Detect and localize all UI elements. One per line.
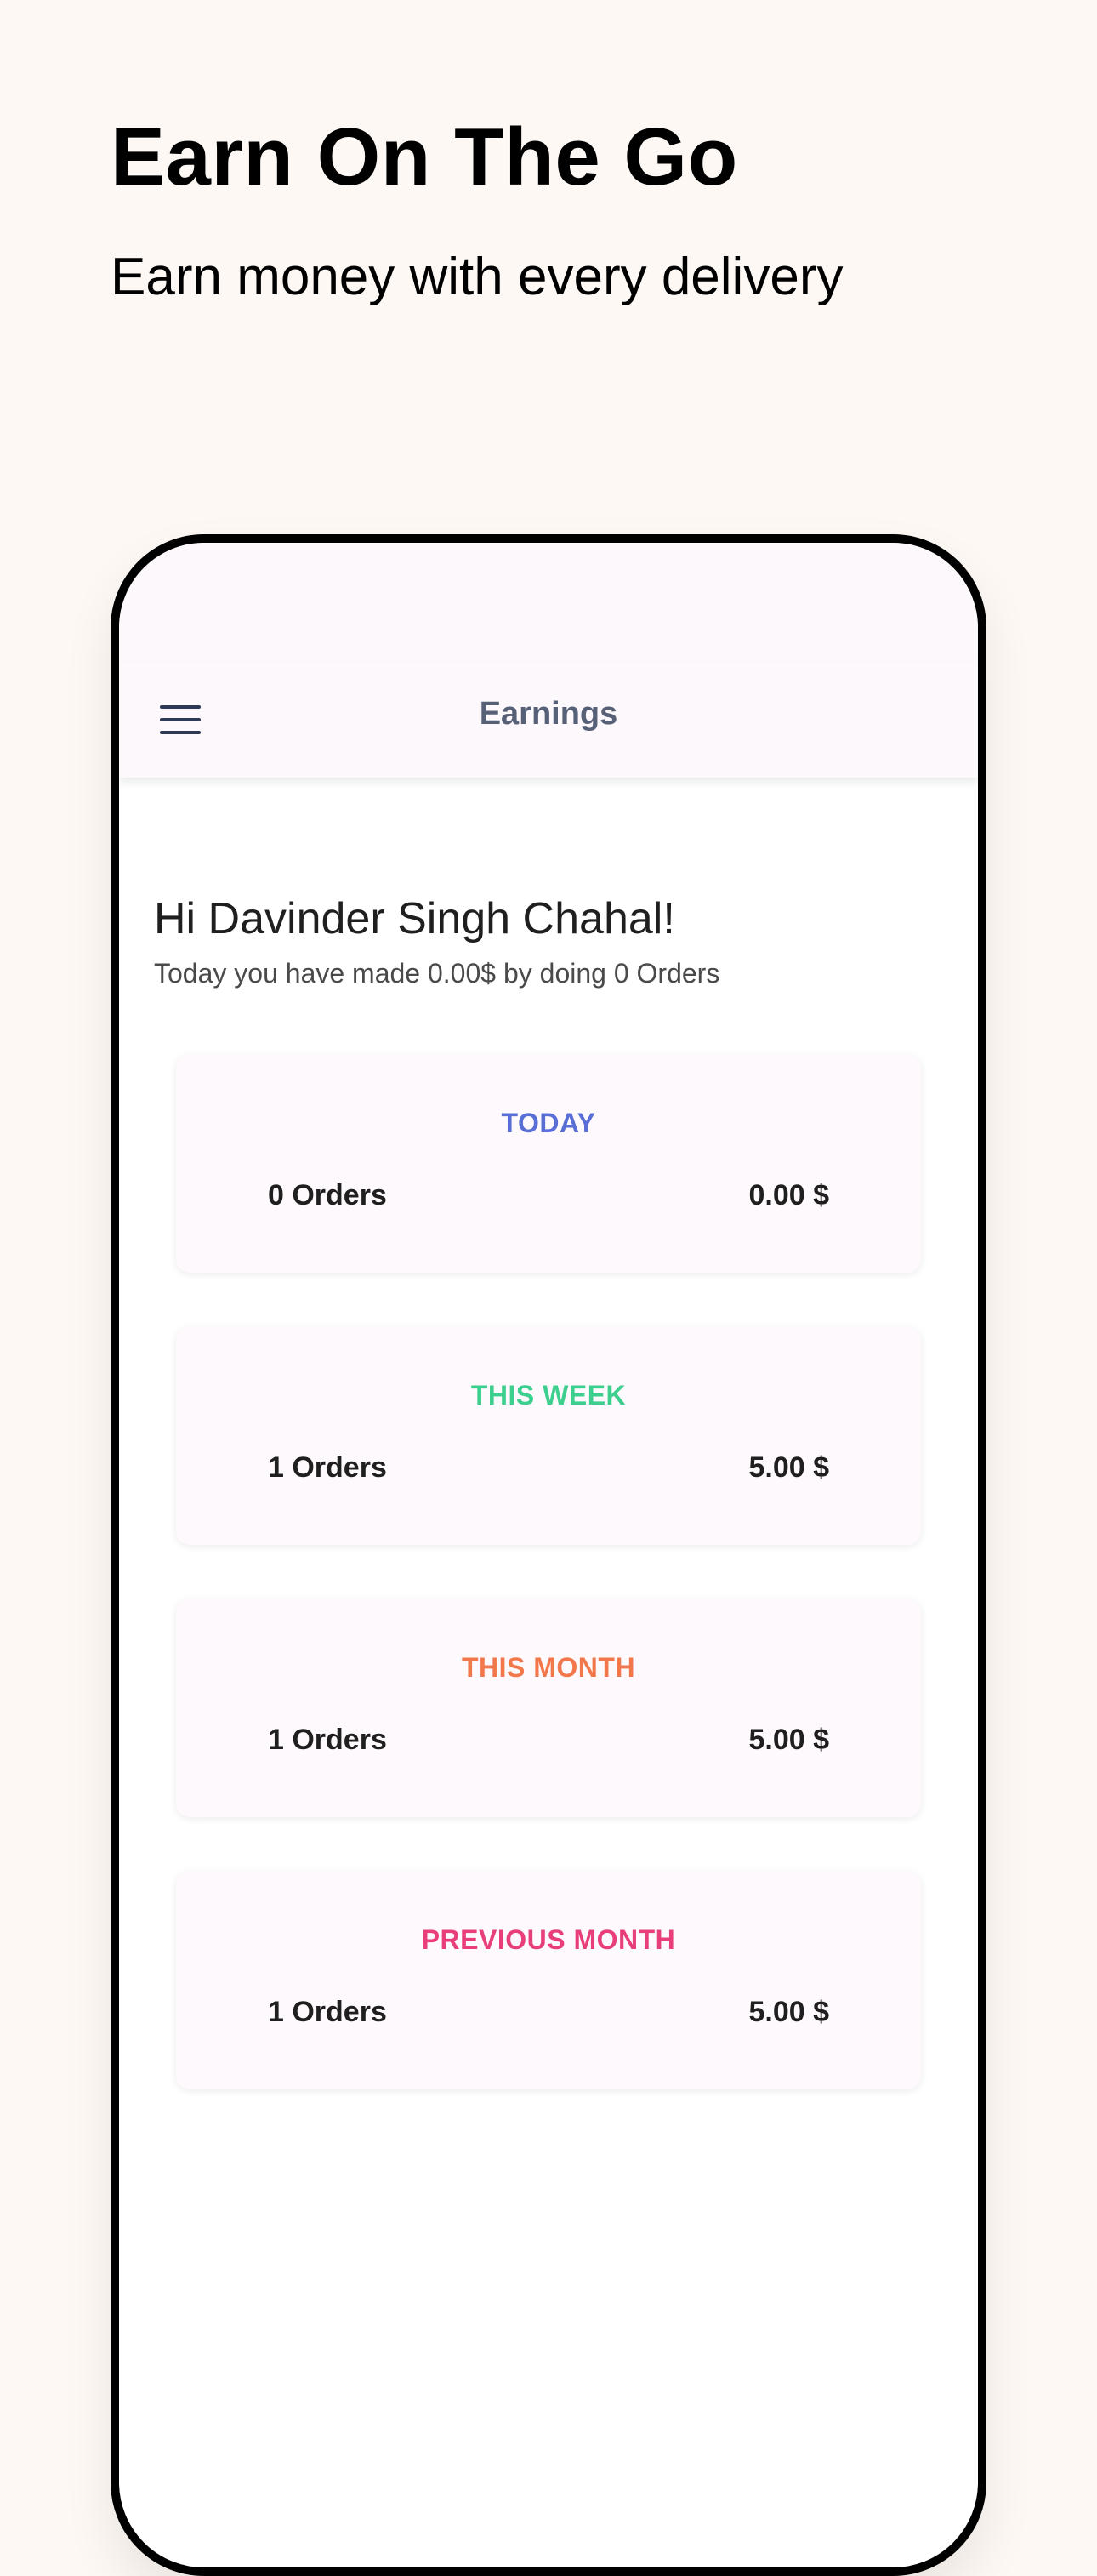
earnings-card-previous-month[interactable]: PREVIOUS MONTH 1 Orders 5.00 $ <box>176 1872 921 2089</box>
card-orders: 0 Orders <box>268 1179 387 1211</box>
app-bar-title: Earnings <box>479 696 618 732</box>
card-amount: 5.00 $ <box>748 1451 829 1484</box>
greeting-headline: Hi Davinder Singh Chahal! <box>154 894 675 943</box>
card-label: THIS WEEK <box>470 1380 627 1411</box>
card-orders: 1 Orders <box>268 1724 387 1756</box>
card-amount: 5.00 $ <box>748 1996 829 2028</box>
card-amount: 5.00 $ <box>748 1724 829 1756</box>
phone-frame: Earnings Hi Davinder Singh Chahal! Today… <box>111 534 986 2576</box>
greeting-summary: Today you have made 0.00$ by doing 0 Ord… <box>154 958 720 989</box>
card-label: PREVIOUS MONTH <box>421 1924 676 1955</box>
status-bar <box>119 543 978 662</box>
card-label: THIS MONTH <box>461 1652 636 1683</box>
card-label: TODAY <box>501 1108 596 1138</box>
earnings-card-this-month[interactable]: THIS MONTH 1 Orders 5.00 $ <box>176 1599 921 1817</box>
card-amount: 0.00 $ <box>748 1179 829 1211</box>
card-orders: 1 Orders <box>268 1996 387 2028</box>
earnings-card-today[interactable]: TODAY 0 Orders 0.00 $ <box>176 1055 921 1273</box>
promo-subtitle: Earn money with every delivery <box>111 248 844 306</box>
card-orders: 1 Orders <box>268 1451 387 1484</box>
app-bar: Earnings <box>119 662 978 778</box>
promo-title: Earn On The Go <box>111 111 738 202</box>
earnings-card-this-week[interactable]: THIS WEEK 1 Orders 5.00 $ <box>176 1327 921 1545</box>
